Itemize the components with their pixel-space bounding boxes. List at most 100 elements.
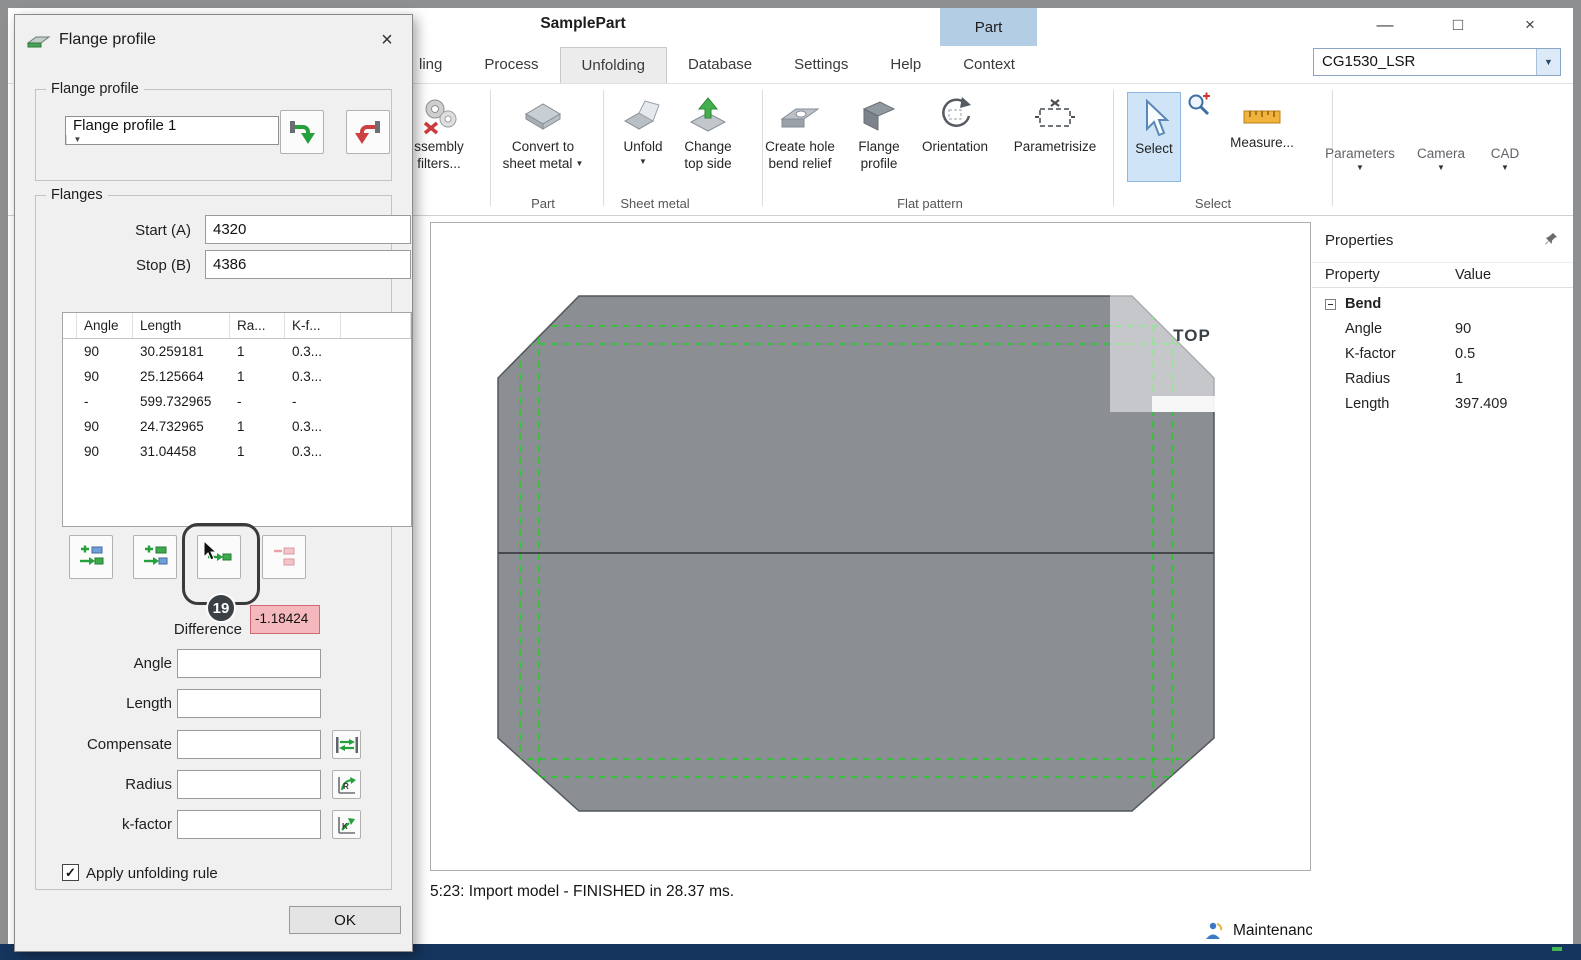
machine-selector-value: CG1530_LSR [1314, 49, 1536, 75]
kfactor-rule-icon: K [337, 815, 357, 835]
collapse-icon[interactable] [1325, 299, 1336, 310]
cell-radius: 1 [230, 364, 285, 389]
flanges-table[interactable]: Angle Length Ra... K-f... 90 30.259181 1… [62, 312, 412, 527]
add-flange-after-button[interactable] [133, 535, 177, 579]
cell-kfactor: 0.3... [285, 439, 341, 464]
dropdown-arrow-icon: ▼ [1501, 163, 1509, 172]
remove-flange-profile-button[interactable] [346, 110, 390, 154]
minimize-button[interactable]: — [1368, 12, 1402, 38]
create-hole-bend-relief-button[interactable]: Create hole bend relief [756, 92, 844, 173]
measure-button[interactable]: Measure... [1222, 100, 1302, 151]
tab-help[interactable]: Help [869, 47, 942, 83]
flange-table-row[interactable]: - 599.732965 - - [63, 389, 411, 414]
tab-unfolding[interactable]: Unfolding [560, 47, 667, 83]
create-hole-bend-relief-label: Create hole bend relief [756, 138, 844, 173]
dropdown-arrow-icon: ▼ [575, 159, 583, 169]
convert-to-sheet-metal-button[interactable]: Convert to sheet metal▼ [497, 92, 589, 173]
property-name: K-factor [1345, 346, 1396, 362]
cell-angle: 90 [77, 439, 133, 464]
flange-profile-combo[interactable]: Flange profile 1 ▼ [65, 116, 279, 145]
radius-rule-icon: R [337, 775, 357, 795]
flange-profile-button[interactable]: Flange profile [846, 92, 912, 173]
maximize-button[interactable]: □ [1441, 12, 1475, 38]
remove-flange-row-button[interactable] [262, 535, 306, 579]
machine-selector-combo[interactable]: CG1530_LSR ▼ [1313, 48, 1561, 76]
cell-radius: 1 [230, 439, 285, 464]
apply-unfolding-rule-checkbox[interactable]: ✓ [62, 864, 79, 881]
compensate-label: Compensate [46, 736, 172, 753]
radius-options-button[interactable]: R [332, 770, 361, 799]
angle-input[interactable] [177, 649, 321, 678]
dialog-close-button[interactable]: × [371, 25, 403, 55]
unfold-icon [623, 97, 663, 133]
compensate-options-button[interactable] [332, 730, 361, 759]
step-badge: 19 [206, 593, 236, 623]
compensate-input[interactable] [177, 730, 321, 759]
camera-dropdown[interactable]: Camera ▼ [1408, 146, 1474, 172]
close-button[interactable]: × [1513, 12, 1547, 38]
cell-kfactor: 0.3... [285, 339, 341, 364]
flange-table-row[interactable]: 90 25.125664 1 0.3... [63, 364, 411, 389]
length-input[interactable] [177, 689, 321, 718]
row-marker-column [63, 313, 77, 338]
convert-label: Convert to [512, 138, 574, 155]
difference-label: Difference [132, 621, 242, 638]
change-top-side-icon [688, 96, 728, 134]
chevron-down-icon[interactable]: ▼ [1536, 49, 1560, 75]
properties-title: Properties [1325, 232, 1393, 249]
property-row: Angle 90 [1312, 317, 1573, 342]
select-tool-button[interactable]: Select [1127, 92, 1181, 182]
cell-length: 31.04458 [133, 439, 230, 464]
cursor-icon [1137, 97, 1171, 141]
cell-length: 25.125664 [133, 364, 230, 389]
flange-table-row[interactable]: 90 30.259181 1 0.3... [63, 339, 411, 364]
kfactor-options-button[interactable]: K [332, 810, 361, 839]
tab-process[interactable]: Process [463, 47, 559, 83]
pin-icon[interactable] [1544, 232, 1558, 246]
cell-kfactor: 0.3... [285, 364, 341, 389]
maintenance-icon [1203, 921, 1223, 941]
property-value: 0.5 [1455, 346, 1475, 362]
mouse-cursor-icon [202, 540, 218, 562]
change-top-side-button[interactable]: Change top side [676, 92, 740, 173]
length-label: Length [46, 695, 172, 712]
add-flange-profile-button[interactable] [280, 110, 324, 154]
bend-relief-icon [780, 97, 820, 133]
stop-b-input[interactable] [205, 250, 411, 279]
remove-flange-row-icon [271, 545, 297, 569]
tab-database[interactable]: Database [667, 47, 773, 83]
apply-unfolding-rule-label: Apply unfolding rule [86, 865, 218, 882]
parametrisize-button[interactable]: Parametrisize [1003, 92, 1107, 155]
tab-settings[interactable]: Settings [773, 47, 869, 83]
property-value: 90 [1455, 321, 1471, 337]
kfactor-label: k-factor [46, 816, 172, 833]
tab-context[interactable]: Context [942, 47, 1036, 83]
add-flange-after-icon [142, 545, 168, 569]
orientation-button[interactable]: Orientation [913, 92, 997, 155]
group-label-part: Part [503, 196, 583, 211]
view-cube-overlay[interactable] [1110, 280, 1232, 412]
angle-label: Angle [46, 655, 172, 672]
part-tab[interactable]: Part [940, 8, 1037, 46]
cell-radius: - [230, 389, 285, 414]
ok-button[interactable]: OK [289, 906, 401, 934]
flange-profile-dialog: Flange profile × Flange profile Flange p… [14, 14, 413, 952]
group-label-flat-pattern: Flat pattern [870, 196, 990, 211]
kfactor-input[interactable] [177, 810, 321, 839]
add-flange-before-button[interactable] [69, 535, 113, 579]
zoom-select-icon[interactable] [1186, 92, 1212, 118]
view-orientation-label[interactable]: TOP [1160, 326, 1224, 346]
radius-input[interactable] [177, 770, 321, 799]
document-title: SamplePart [483, 15, 683, 33]
radius-column-header: Ra... [230, 313, 285, 338]
unfold-button[interactable]: Unfold ▼ [611, 92, 675, 168]
view-cube-bottom-bar [1152, 396, 1234, 412]
cad-dropdown[interactable]: CAD ▼ [1479, 146, 1531, 172]
property-group-row: Bend [1312, 292, 1573, 317]
start-a-input[interactable] [205, 215, 411, 244]
cad-label: CAD [1491, 146, 1520, 161]
flange-table-row[interactable]: 90 31.04458 1 0.3... [63, 439, 411, 464]
property-column-header: Property [1325, 267, 1380, 283]
flange-table-row[interactable]: 90 24.732965 1 0.3... [63, 414, 411, 439]
parameters-dropdown[interactable]: Parameters ▼ [1321, 146, 1399, 172]
